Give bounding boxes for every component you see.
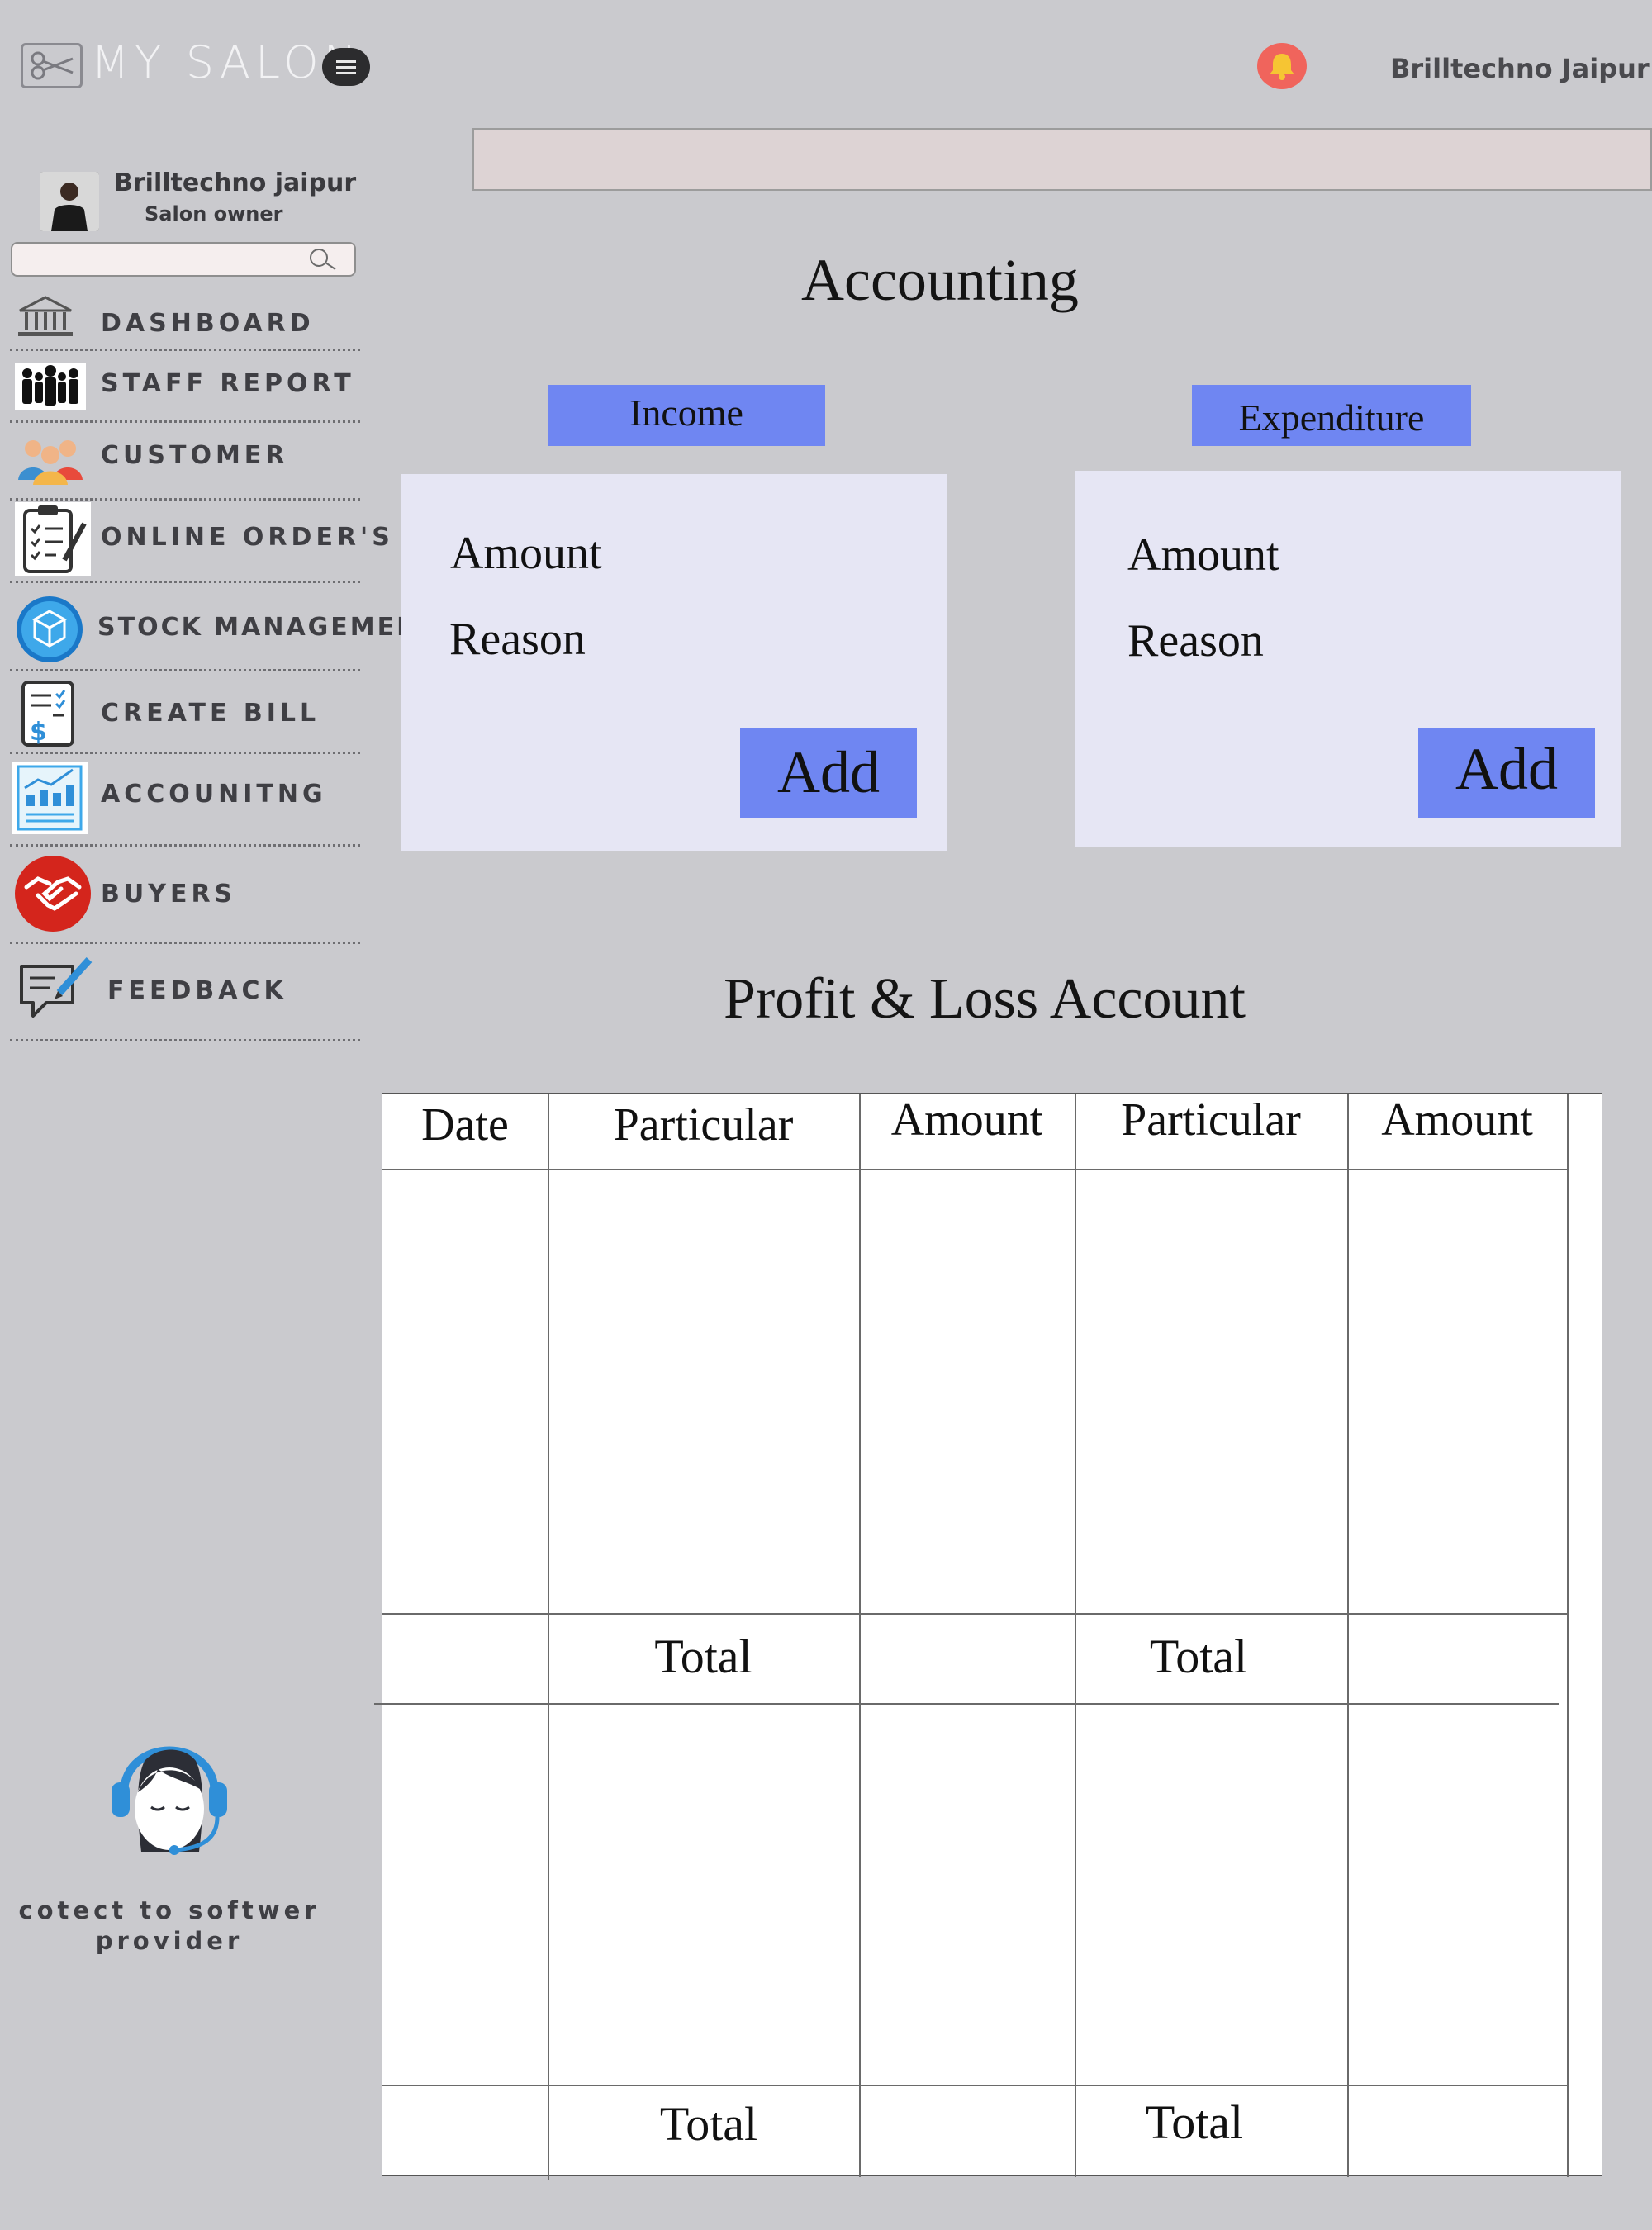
support-contact-text[interactable]: cotect to softwer provider xyxy=(17,1896,322,1957)
income-total-label: Total xyxy=(659,2097,758,2151)
sidebar-item-dashboard[interactable]: DASHBOARD xyxy=(10,289,360,351)
sidebar-item-label: ONLINE ORDER'S xyxy=(101,523,394,552)
income-add-button[interactable]: Add xyxy=(740,728,917,818)
clipboard-checklist-icon xyxy=(15,502,91,580)
column-header-amount: Amount xyxy=(890,1094,1043,1146)
accounting-chart-icon xyxy=(12,762,88,837)
expenditure-reason-field[interactable]: Reason xyxy=(1127,614,1264,667)
column-header-particular: Particular xyxy=(1121,1094,1301,1146)
sidebar-item-online-orders[interactable]: ONLINE ORDER'S xyxy=(10,502,390,583)
bill-dollar-icon: $ xyxy=(15,679,83,752)
sidebar-item-label: ACCOUNITNG xyxy=(101,780,327,809)
sidebar-item-label: FEEDBACK xyxy=(107,976,287,1005)
column-header-amount: Amount xyxy=(1381,1094,1533,1146)
column-header-particular: Particular xyxy=(613,1099,794,1151)
profit-loss-title: Profit & Loss Account xyxy=(724,967,1246,1031)
tab-income[interactable]: Income xyxy=(548,385,825,446)
expenditure-form: Amount Reason Add xyxy=(1075,471,1621,847)
salon-logo-icon xyxy=(21,43,83,88)
sidebar-item-accounting[interactable]: ACCOUNITNG xyxy=(10,758,360,847)
sidebar-item-staff-report[interactable]: STAFF REPORT xyxy=(10,357,360,423)
profile-role: Salon owner xyxy=(145,202,283,225)
svg-text:$: $ xyxy=(30,718,47,747)
expenditure-add-button[interactable]: Add xyxy=(1418,728,1595,818)
sidebar-item-feedback[interactable]: FEEDBACK xyxy=(10,948,360,1041)
profile-name: Brilltechno jaipur xyxy=(114,168,357,197)
profit-loss-table: Date Particular Amount Particular Amount… xyxy=(374,1093,1602,2180)
sidebar-item-label: DASHBOARD xyxy=(101,309,315,338)
expenditure-total-label: Total xyxy=(1149,1630,1248,1683)
tab-expenditure[interactable]: Expenditure xyxy=(1192,385,1471,446)
income-reason-field[interactable]: Reason xyxy=(449,613,586,666)
sidebar-item-create-bill[interactable]: $ CREATE BILL xyxy=(10,676,360,754)
app-title: MY SALON xyxy=(91,36,363,88)
page-title: Accounting xyxy=(801,247,1079,313)
income-form: Amount Reason Add xyxy=(401,474,947,851)
top-search-bar[interactable] xyxy=(472,128,1652,191)
stock-boxes-icon xyxy=(15,595,84,667)
sidebar-item-label: CUSTOMER xyxy=(101,441,289,470)
expenditure-total-label: Total xyxy=(1145,2095,1244,2149)
staff-group-icon xyxy=(15,363,86,413)
search-icon[interactable] xyxy=(304,245,340,273)
sidebar-item-label: STOCK MANAGEMENT xyxy=(97,613,439,642)
feedback-pen-icon xyxy=(17,951,96,1029)
sidebar-item-stock-management[interactable]: STOCK MANAGEMENT xyxy=(10,588,437,671)
sidebar-item-label: BUYERS xyxy=(101,880,237,909)
sidebar-item-buyers[interactable]: BUYERS xyxy=(10,851,360,944)
bank-building-icon xyxy=(15,294,76,342)
expenditure-amount-field[interactable]: Amount xyxy=(1127,529,1279,581)
support-headset-icon[interactable] xyxy=(78,1703,264,1868)
avatar xyxy=(40,172,99,231)
menu-button[interactable] xyxy=(322,48,370,86)
sidebar-item-label: STAFF REPORT xyxy=(101,369,355,398)
sidebar-item-label: CREATE BILL xyxy=(101,699,320,728)
notification-bell-icon[interactable] xyxy=(1257,43,1307,89)
handshake-icon xyxy=(13,854,93,937)
customers-icon xyxy=(15,434,86,488)
income-total-label: Total xyxy=(654,1630,752,1683)
column-header-date: Date xyxy=(421,1099,509,1151)
header-user-name[interactable]: Brilltechno Jaipur xyxy=(1390,53,1650,84)
income-amount-field[interactable]: Amount xyxy=(450,527,602,580)
sidebar-item-customer[interactable]: CUSTOMER xyxy=(10,425,360,501)
